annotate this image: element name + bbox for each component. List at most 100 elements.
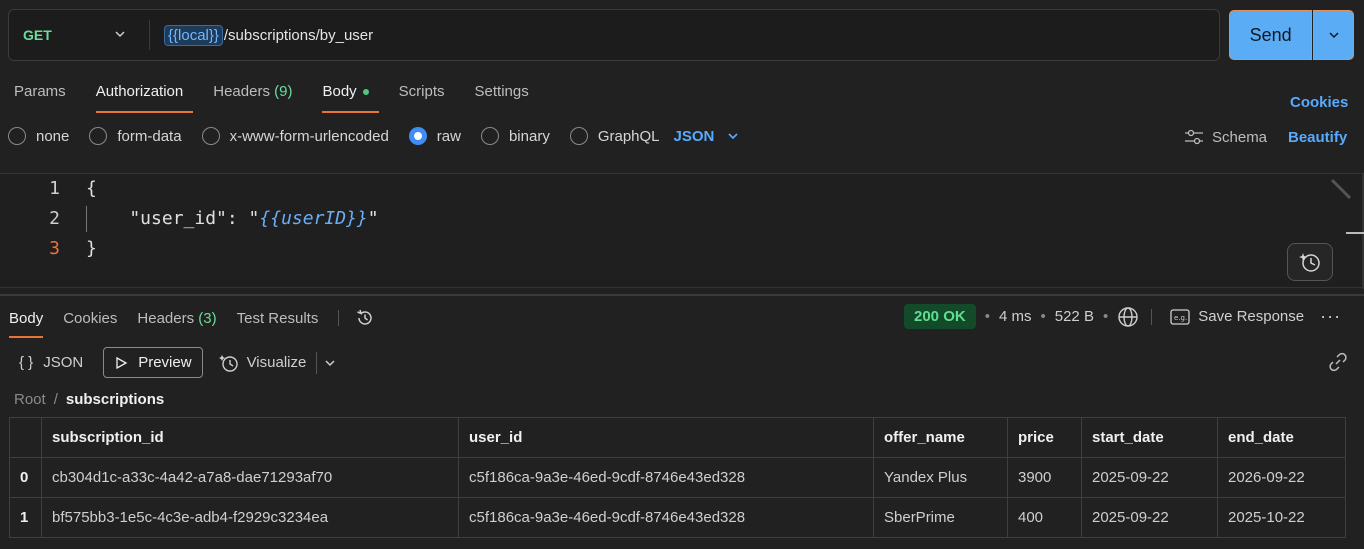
radio-binary[interactable]: binary <box>480 127 550 145</box>
url-variable[interactable]: {{local}} <box>164 24 223 46</box>
cell-subscription-id: bf575bb3-1e5c-4c3e-adb4-f2929c3234ea <box>41 497 459 538</box>
code-variable: {{userID}} <box>259 208 368 229</box>
radio-form-data[interactable]: form-data <box>89 127 182 145</box>
cell-end-date: 2026-09-22 <box>1217 457 1346 498</box>
radio-circle <box>8 127 26 145</box>
visualize-label: Visualize <box>246 354 307 371</box>
url-path: /subscriptions/by_user <box>223 26 374 44</box>
breadcrumb-separator: / <box>53 391 58 408</box>
index-header <box>9 417 42 458</box>
schema-button[interactable]: Schema <box>1184 128 1267 146</box>
line-number-current: 3 <box>49 238 60 259</box>
send-button[interactable]: Send <box>1229 10 1313 60</box>
tab-settings[interactable]: Settings <box>475 83 529 100</box>
tab-scripts[interactable]: Scripts <box>399 83 445 100</box>
radio-circle <box>89 127 108 145</box>
radio-binary-label: binary <box>508 127 550 145</box>
request-tabs: Params Authorization Headers (9) Body Sc… <box>14 83 559 113</box>
response-view-bar: { } JSON Preview Visualize <box>19 347 337 378</box>
table-row: 1 bf575bb3-1e5c-4c3e-adb4-f2929c3234ea c… <box>9 497 1346 538</box>
send-options-button[interactable] <box>1313 10 1354 60</box>
chevron-down-icon <box>115 31 125 38</box>
response-size[interactable]: 522 B <box>1055 308 1094 325</box>
schema-label: Schema <box>1212 128 1268 146</box>
response-time[interactable]: 4 ms <box>999 308 1032 325</box>
row-index: 1 <box>9 497 42 538</box>
sliders-icon <box>1185 129 1203 145</box>
response-meta: 200 OK • 4 ms • 522 B • e.g. Save Respon… <box>904 304 1341 329</box>
globe-icon[interactable] <box>1117 306 1139 328</box>
breadcrumb: Root / subscriptions <box>14 391 164 408</box>
json-view-button[interactable]: { } JSON <box>19 354 83 371</box>
radio-urlencoded[interactable]: x-www-form-urlencoded <box>201 127 389 145</box>
tab-authorization[interactable]: Authorization <box>95 83 193 113</box>
tab-body[interactable]: Body <box>322 83 379 113</box>
format-select[interactable]: JSON <box>674 128 741 145</box>
pane-divider[interactable] <box>0 294 1364 296</box>
body-indicator-dot <box>362 89 369 96</box>
cookies-link[interactable]: Cookies <box>1290 94 1348 111</box>
method-select[interactable]: GET <box>9 10 149 60</box>
tab-body-label: Body <box>322 83 357 100</box>
format-label: JSON <box>673 127 715 145</box>
chevron-down-icon <box>1329 32 1339 39</box>
more-options-icon[interactable]: ··· <box>1320 306 1341 327</box>
breadcrumb-root[interactable]: Root <box>14 391 46 408</box>
tab-headers[interactable]: Headers (9) <box>213 83 292 100</box>
column-header: start_date <box>1081 417 1218 458</box>
radio-form-data-label: form-data <box>117 127 182 145</box>
column-header: price <box>1007 417 1082 458</box>
preview-button[interactable]: Preview <box>103 347 203 378</box>
radio-none-label: none <box>36 127 70 145</box>
cell-start-date: 2025-09-22 <box>1081 497 1218 538</box>
example-icon: e.g. <box>1170 308 1190 325</box>
radio-raw[interactable]: raw <box>408 127 461 145</box>
response-table: subscription_id user_id offer_name price… <box>9 417 1346 538</box>
json-view-label: JSON <box>43 354 84 371</box>
send-group: Send <box>1229 10 1354 60</box>
resize-grip-icon[interactable] <box>1326 178 1352 204</box>
radio-none[interactable]: none <box>8 127 69 145</box>
link-icon[interactable] <box>1328 352 1348 372</box>
headers-count: (9) <box>274 83 293 100</box>
divider <box>338 310 340 326</box>
method-label: GET <box>23 27 52 43</box>
column-header: offer_name <box>873 417 1008 458</box>
res-tab-headers[interactable]: Headers (3) <box>137 310 216 327</box>
sparkle-icon <box>1299 253 1320 272</box>
line-number: 1 <box>49 178 60 199</box>
column-header: end_date <box>1217 417 1346 458</box>
line-number: 2 <box>49 208 60 229</box>
play-icon <box>116 356 128 369</box>
divider <box>1151 308 1153 325</box>
visualize-button[interactable]: Visualize <box>218 353 307 373</box>
url-input[interactable]: {{local}} /subscriptions/by_user <box>150 24 374 46</box>
visualize-icon <box>218 354 238 372</box>
visualize-options[interactable] <box>316 351 337 374</box>
history-icon[interactable] <box>355 308 375 328</box>
status-badge[interactable]: 200 OK <box>904 304 976 329</box>
code-line-1: { <box>86 178 97 199</box>
radio-graphql[interactable]: GraphQL <box>569 127 660 145</box>
breadcrumb-current: subscriptions <box>65 391 165 408</box>
svg-text:e.g.: e.g. <box>1174 314 1187 322</box>
tab-headers-label: Headers <box>213 83 270 100</box>
row-index: 0 <box>9 457 42 498</box>
chevron-down-icon <box>325 359 335 366</box>
tab-authorization-label: Authorization <box>95 83 184 100</box>
cell-price: 3900 <box>1007 457 1082 498</box>
save-response-button[interactable]: e.g. Save Response <box>1170 308 1304 325</box>
cell-offer-name: Yandex Plus <box>873 457 1008 498</box>
radio-circle-selected <box>408 127 427 145</box>
res-tab-test-results[interactable]: Test Results <box>237 310 319 327</box>
res-tab-body[interactable]: Body <box>9 310 44 338</box>
res-tab-cookies[interactable]: Cookies <box>63 310 117 327</box>
beautify-button[interactable]: Beautify <box>1288 129 1347 146</box>
tab-params[interactable]: Params <box>14 83 66 100</box>
ai-assist-button[interactable] <box>1287 243 1333 281</box>
cell-start-date: 2025-09-22 <box>1081 457 1218 498</box>
radio-circle <box>569 127 588 145</box>
request-body-editor[interactable]: 1 2 3 { "user_id": "{{userID}}" } <box>0 173 1364 289</box>
bullet: • <box>984 308 990 325</box>
scroll-position-marker <box>1346 232 1364 234</box>
